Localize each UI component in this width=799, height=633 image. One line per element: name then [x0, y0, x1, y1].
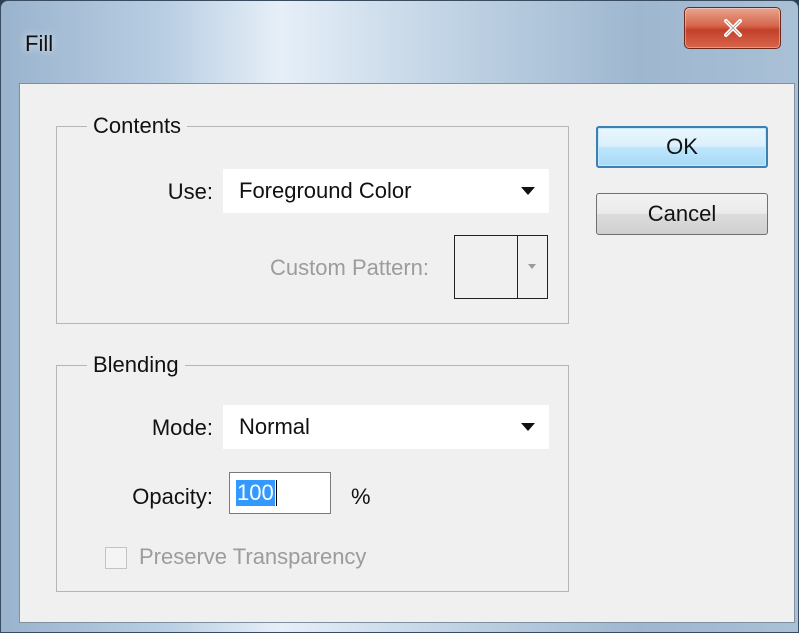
mode-dropdown[interactable]: Normal	[223, 405, 549, 449]
window-title: Fill	[25, 31, 54, 56]
blending-legend: Blending	[87, 351, 185, 379]
dialog-body: Contents Use: Foreground Color Custom Pa…	[19, 83, 795, 623]
close-icon	[723, 19, 742, 37]
cancel-button[interactable]: Cancel	[596, 193, 768, 235]
chevron-down-icon	[528, 264, 536, 269]
chevron-down-icon	[521, 187, 535, 195]
title-bar[interactable]: Fill	[1, 1, 799, 83]
chevron-down-icon	[521, 423, 535, 431]
preserve-transparency-label: Preserve Transparency	[139, 544, 367, 569]
opacity-unit: %	[351, 484, 371, 509]
custom-pattern-label: Custom Pattern:	[270, 255, 429, 280]
text-caret	[275, 480, 277, 506]
ok-button[interactable]: OK	[596, 126, 768, 168]
fill-dialog-window: Fill Contents Use: Foreground Color Cust…	[0, 0, 799, 633]
use-dropdown[interactable]: Foreground Color	[223, 169, 549, 213]
use-dropdown-value: Foreground Color	[239, 178, 412, 203]
preserve-transparency-checkbox[interactable]	[105, 547, 127, 569]
mode-label: Mode:	[151, 415, 213, 440]
opacity-input-value: 100	[236, 480, 275, 506]
use-label: Use:	[167, 179, 213, 204]
mode-dropdown-value: Normal	[239, 414, 310, 439]
pattern-picker-divider	[517, 236, 518, 298]
blending-group: Blending Mode: Normal Opacity: 100 % Pre…	[56, 351, 569, 592]
custom-pattern-picker	[454, 235, 548, 299]
contents-group: Contents Use: Foreground Color Custom Pa…	[56, 112, 569, 324]
contents-legend: Contents	[87, 112, 188, 140]
close-button[interactable]	[684, 7, 781, 49]
opacity-label: Opacity:	[132, 484, 213, 509]
opacity-input[interactable]: 100	[229, 472, 331, 514]
